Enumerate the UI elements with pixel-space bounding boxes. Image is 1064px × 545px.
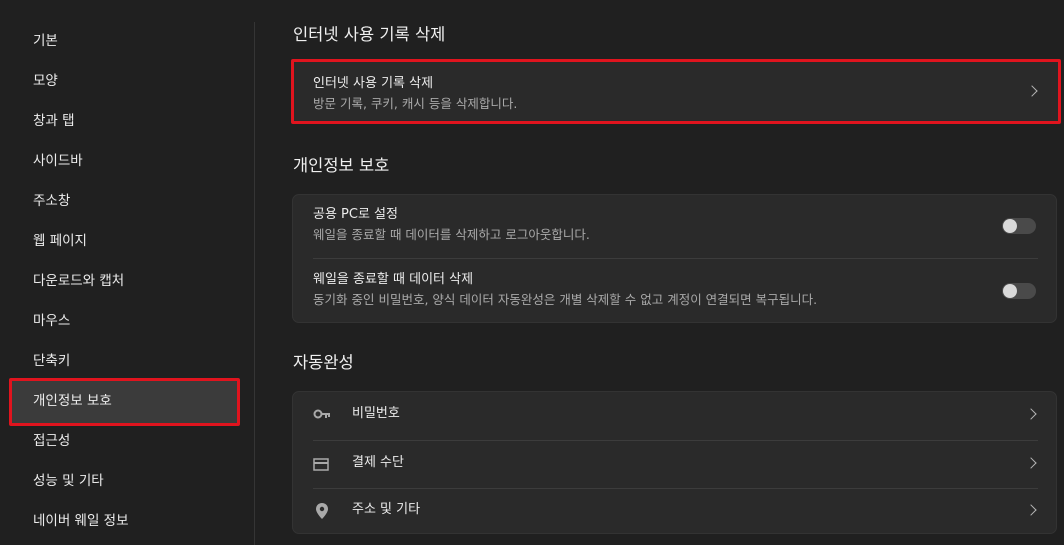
- chevron-right-icon: [1025, 457, 1037, 469]
- autofill-row-payment[interactable]: 결제 수단: [293, 441, 1056, 488]
- credit-card-icon: [313, 458, 329, 471]
- section-title-autofill: 자동완성: [293, 353, 354, 372]
- section-title-history: 인터넷 사용 기록 삭제: [293, 25, 446, 44]
- autofill-card: 비밀번호 결제 수단 주소 및 기타: [292, 391, 1057, 534]
- autofill-row-password[interactable]: 비밀번호: [293, 392, 1056, 439]
- chevron-right-icon: [1025, 504, 1037, 516]
- clear-on-exit-toggle[interactable]: [1002, 283, 1036, 299]
- row-divider: [313, 258, 1038, 259]
- sidebar-item-about-whale[interactable]: 네이버 웨일 정보: [33, 511, 129, 531]
- privacy-card: 공용 PC로 설정 웨일을 종료할 때 데이터를 삭제하고 로그아웃합니다. 웨…: [292, 194, 1057, 323]
- clear-history-title: 인터넷 사용 기록 삭제: [313, 76, 434, 91]
- key-icon: [313, 409, 330, 419]
- chevron-right-icon: [1025, 408, 1037, 420]
- sidebar-item-address-bar[interactable]: 주소창: [33, 191, 70, 211]
- sidebar-item-shortcuts[interactable]: 단축키: [33, 351, 70, 371]
- sidebar-item-performance[interactable]: 성능 및 기타: [33, 471, 104, 491]
- autofill-payment-label: 결제 수단: [352, 455, 404, 470]
- clear-on-exit-title: 웨일을 종료할 때 데이터 삭제: [313, 272, 474, 287]
- location-pin-icon: [316, 503, 328, 519]
- sidebar-item-accessibility[interactable]: 접근성: [33, 431, 70, 451]
- clear-history-desc: 방문 기록, 쿠키, 캐시 등을 삭제합니다.: [313, 96, 518, 111]
- toggle-knob: [1003, 219, 1017, 233]
- public-pc-title: 공용 PC로 설정: [313, 207, 398, 222]
- sidebar-item-sidebar[interactable]: 사이드바: [33, 151, 83, 171]
- sidebar-item-windows-tabs[interactable]: 창과 탭: [33, 111, 75, 131]
- sidebar-item-web-page[interactable]: 웹 페이지: [33, 231, 87, 251]
- sidebar-item-mouse[interactable]: 마우스: [33, 311, 70, 331]
- clear-on-exit-desc: 동기화 중인 비밀번호, 양식 데이터 자동완성은 개별 삭제할 수 없고 계정…: [313, 292, 818, 307]
- sidebar-item-download-capture[interactable]: 다운로드와 캡처: [33, 271, 124, 291]
- chevron-right-icon: [1026, 85, 1038, 97]
- sidebar-item-basic[interactable]: 기본: [33, 31, 58, 51]
- public-pc-desc: 웨일을 종료할 때 데이터를 삭제하고 로그아웃합니다.: [313, 227, 590, 242]
- toggle-knob: [1003, 284, 1017, 298]
- sidebar-item-appearance[interactable]: 모양: [33, 71, 58, 91]
- autofill-address-label: 주소 및 기타: [352, 502, 421, 517]
- section-title-privacy: 개인정보 보호: [293, 156, 390, 175]
- public-pc-toggle[interactable]: [1002, 218, 1036, 234]
- sidebar-item-privacy[interactable]: 개인정보 보호: [33, 391, 112, 411]
- settings-sidebar: 기본 모양 창과 탭 사이드바 주소창 웹 페이지 다운로드와 캡처 마우스 단…: [0, 0, 254, 545]
- autofill-row-address[interactable]: 주소 및 기타: [293, 489, 1056, 534]
- clear-history-row[interactable]: 인터넷 사용 기록 삭제 방문 기록, 쿠키, 캐시 등을 삭제합니다.: [291, 59, 1061, 124]
- autofill-password-label: 비밀번호: [352, 406, 400, 421]
- sidebar-divider: [254, 22, 255, 545]
